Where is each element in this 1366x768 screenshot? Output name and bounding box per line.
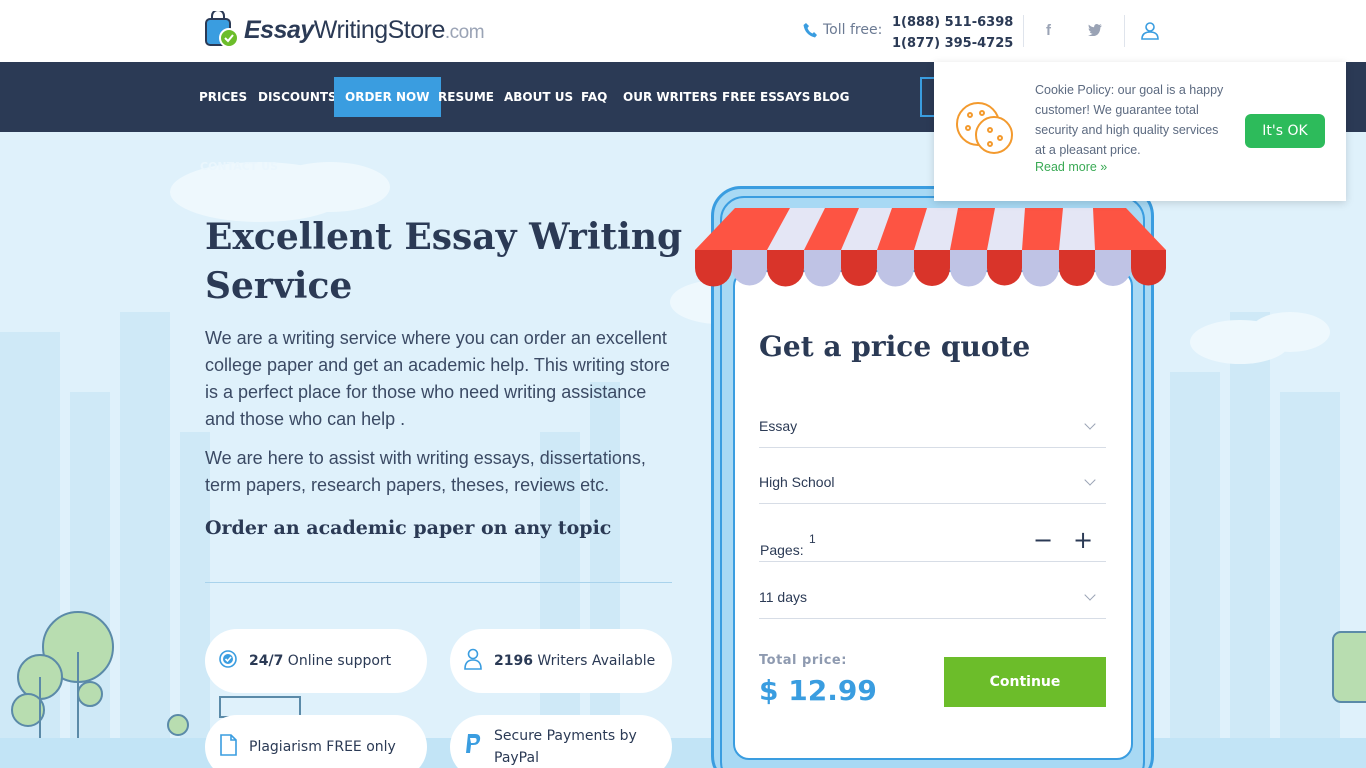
nav-our-writers[interactable]: OUR WRITERS [623, 77, 718, 117]
cookie-icon [954, 100, 1014, 162]
user-icon[interactable] [1141, 22, 1159, 44]
nav-discounts[interactable]: DISCOUNTS [258, 77, 337, 117]
cookie-read-more-link[interactable]: Read more » [1035, 160, 1107, 174]
feature-text: Secure Payments by PayPal [494, 728, 637, 766]
pages-decrement-button[interactable]: − [1031, 528, 1055, 552]
pages-input[interactable]: 1 [809, 532, 816, 546]
feature-bold: 2196 [494, 653, 533, 669]
feature-text: Plagiarism FREE only [249, 739, 396, 755]
document-icon [219, 734, 237, 760]
site-logo[interactable]: EssayWritingStore.com [204, 9, 485, 49]
awning-illustration [695, 208, 1166, 287]
paper-type-value: Essay [759, 418, 798, 434]
feature-secure-payments: Secure Payments by PayPal [450, 715, 672, 768]
feature-text: Online support [287, 653, 392, 669]
facebook-icon[interactable]: f [1046, 22, 1051, 39]
phone-icon [803, 23, 817, 38]
paypal-icon [464, 733, 482, 762]
logo-bag-icon [204, 9, 240, 49]
academic-level-select[interactable]: High School [759, 460, 1106, 504]
cookie-ok-button[interactable]: It's OK [1245, 114, 1325, 148]
nav-free-essays[interactable]: FREE ESSAYS [722, 77, 810, 117]
nav-blog[interactable]: BLOG [813, 77, 849, 117]
paper-type-select[interactable]: Essay [759, 404, 1106, 448]
hero-subheading: Order an academic paper on any topic [205, 517, 612, 539]
top-header: EssayWritingStore.com Toll free: 1(888) … [0, 0, 1366, 62]
hero-paragraph-2: We are here to assist with writing essay… [205, 448, 646, 495]
feature-bold: 24/7 [249, 653, 284, 669]
nav-prices[interactable]: PRICES [199, 77, 247, 117]
nav-contact-us-hidden[interactable]: CONTACT US [200, 160, 278, 173]
hero-title: Excellent Essay Writing Service [205, 216, 683, 307]
total-price-label: Total price: [759, 653, 847, 668]
phone-numbers: 1(888) 511-6398 1(877) 395-4725 [892, 12, 1013, 54]
writer-icon [464, 648, 482, 674]
divider [759, 561, 1106, 562]
chevron-down-icon [1084, 418, 1096, 430]
hero-paragraph-1: We are a writing service where you can o… [205, 328, 670, 429]
toll-free: Toll free: [803, 22, 882, 38]
nav-order-now[interactable]: ORDER NOW [334, 77, 441, 117]
deadline-value: 11 days [759, 589, 807, 605]
divider [1124, 15, 1125, 47]
academic-level-value: High School [759, 474, 835, 490]
check-circle-icon [219, 650, 237, 672]
chevron-down-icon [1084, 589, 1096, 601]
cookie-policy-text: Cookie Policy: our goal is a happy custo… [1035, 83, 1224, 157]
feature-text: Writers Available [537, 653, 656, 669]
pages-increment-button[interactable]: + [1071, 528, 1095, 552]
twitter-icon[interactable] [1088, 22, 1102, 40]
deadline-select[interactable]: 11 days [759, 575, 1106, 619]
feature-plagiarism-free: Plagiarism FREE only [205, 715, 427, 768]
nav-faq[interactable]: FAQ [581, 77, 607, 117]
toll-free-label: Toll free: [823, 22, 883, 38]
cookie-popup: Cookie Policy: our goal is a happy custo… [934, 62, 1346, 201]
nav-resume[interactable]: RESUME [438, 77, 494, 117]
continue-button[interactable]: Continue [944, 657, 1106, 707]
feature-writers-available: 2196 Writers Available [450, 629, 672, 693]
total-price-value: $ 12.99 [759, 674, 877, 707]
chevron-down-icon [1084, 474, 1096, 486]
quote-title: Get a price quote [759, 330, 1031, 363]
divider [1023, 15, 1024, 47]
logo-text: EssayWritingStore.com [244, 15, 485, 44]
phone-number-1[interactable]: 1(888) 511-6398 [892, 12, 1013, 33]
divider [205, 582, 672, 583]
pages-label: Pages: [760, 542, 804, 558]
phone-number-2[interactable]: 1(877) 395-4725 [892, 33, 1013, 54]
nav-about-us[interactable]: ABOUT US [504, 77, 573, 117]
feature-online-support: 24/7 Online support [205, 629, 427, 693]
